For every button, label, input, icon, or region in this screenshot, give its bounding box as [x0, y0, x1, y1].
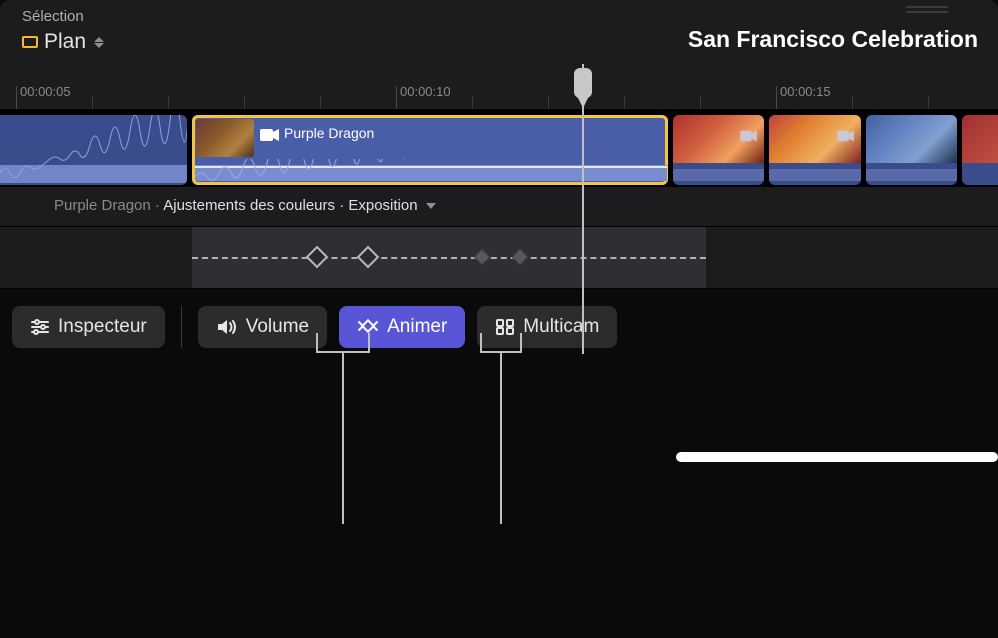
clip-thumbnail — [196, 119, 254, 157]
inspector-button[interactable]: Inspecteur — [12, 306, 165, 348]
clips-row[interactable]: Purple Dragon — [0, 110, 998, 186]
playhead-tip — [577, 96, 589, 108]
clip[interactable] — [866, 115, 958, 185]
animate-button[interactable]: Animer — [339, 306, 465, 348]
keyframe[interactable] — [474, 249, 491, 266]
param-property-name: Exposition — [348, 197, 417, 214]
ruler-tick-label: 00:00:10 — [400, 84, 451, 99]
plan-dropdown[interactable]: Plan — [22, 30, 104, 54]
camera-icon — [837, 129, 855, 148]
time-ruler[interactable]: 00:00:05 00:00:10 00:00:15 — [0, 64, 998, 110]
plan-icon — [22, 36, 38, 48]
multicam-button-label: Multicam — [523, 316, 599, 338]
callout-line — [316, 333, 318, 353]
callout-line — [500, 352, 502, 524]
clip[interactable] — [0, 115, 187, 185]
clip[interactable] — [673, 115, 765, 185]
keyframe-track[interactable] — [192, 227, 706, 288]
selection-label: Sélection — [22, 8, 84, 25]
clip-label: Purple Dragon — [284, 125, 374, 141]
grabber-handle[interactable] — [906, 6, 948, 13]
animate-button-label: Animer — [387, 316, 447, 338]
callout-line — [368, 333, 370, 353]
clip[interactable] — [962, 115, 998, 185]
plan-dropdown-label: Plan — [44, 30, 86, 54]
inspector-button-label: Inspecteur — [58, 316, 147, 338]
bottom-toolbar: Inspecteur Volume Animer Multicam — [0, 288, 998, 354]
param-clip-name: Purple Dragon — [54, 197, 151, 214]
separator — [181, 306, 182, 348]
chevron-down-icon[interactable] — [426, 203, 436, 209]
timeline-area: 00:00:05 00:00:10 00:00:15 — [0, 64, 998, 288]
volume-button-label: Volume — [246, 316, 309, 338]
volume-button[interactable]: Volume — [198, 306, 327, 348]
param-effect-name: Ajustements des couleurs — [163, 197, 335, 214]
speaker-icon — [216, 318, 238, 336]
ruler-tick-label: 00:00:05 — [20, 84, 71, 99]
top-bar: Sélection Plan San Francisco Celebration — [0, 0, 998, 64]
keyframe-editor[interactable] — [0, 226, 998, 288]
callout-line — [342, 352, 344, 524]
updown-icon — [94, 37, 104, 48]
parameter-row[interactable]: Purple Dragon · Ajustements des couleurs… — [0, 186, 998, 226]
keyframe[interactable] — [357, 246, 380, 269]
multicam-button[interactable]: Multicam — [477, 306, 617, 348]
keyframe-line — [192, 257, 706, 259]
clip-selected[interactable]: Purple Dragon — [192, 115, 668, 185]
keyframe[interactable] — [306, 246, 329, 269]
callout-line — [520, 333, 522, 353]
sliders-icon — [30, 318, 50, 336]
project-title: San Francisco Celebration — [688, 26, 978, 53]
clip-thumbnail — [962, 115, 998, 163]
scrollbar[interactable] — [676, 452, 998, 462]
grid-icon — [495, 318, 515, 336]
clip-thumbnail — [866, 115, 958, 163]
camera-icon — [260, 127, 280, 148]
keyframe[interactable] — [512, 249, 529, 266]
playhead[interactable] — [574, 68, 592, 98]
callout-line — [480, 333, 482, 353]
camera-icon — [740, 129, 758, 148]
ruler-tick-label: 00:00:15 — [780, 84, 831, 99]
clip[interactable] — [769, 115, 861, 185]
